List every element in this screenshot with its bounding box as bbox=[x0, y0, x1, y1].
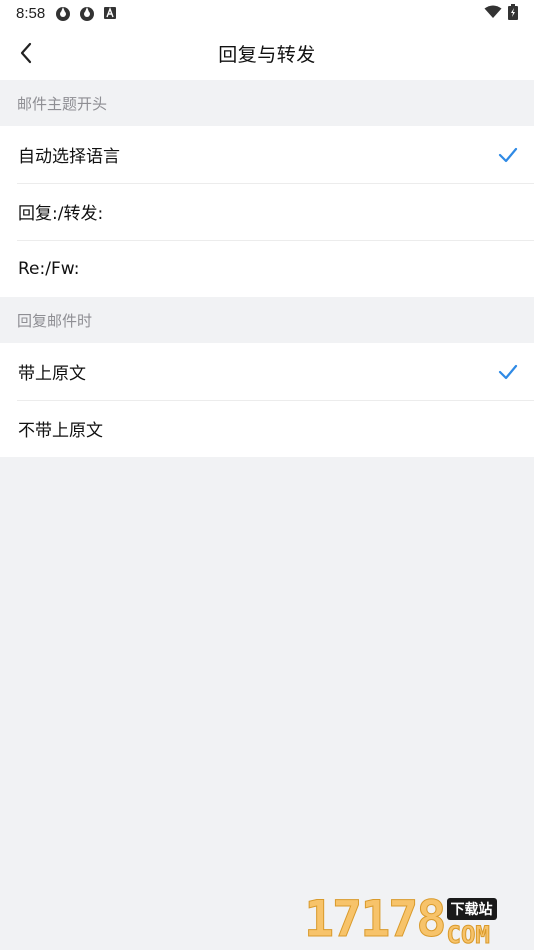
watermark-badge: 下载站 bbox=[446, 898, 497, 920]
section-header-reply-mode: 回复邮件时 bbox=[0, 297, 534, 343]
app-notification-icon bbox=[55, 6, 71, 22]
option-label: 不带上原文 bbox=[18, 421, 103, 441]
option-label: Re:/Fw: bbox=[18, 258, 80, 279]
status-bar: 8:58 bbox=[0, 0, 534, 27]
status-time: 8:58 bbox=[16, 5, 46, 22]
app-notification-icon bbox=[79, 6, 95, 22]
page-title: 回复与转发 bbox=[218, 44, 316, 66]
battery-charging-icon bbox=[508, 3, 518, 24]
screen: 8:58 回复与转发 邮件主题开头 自动选择语言 回复:/转发: Re:/Fw:… bbox=[0, 0, 534, 950]
section-header-subject-prefix: 邮件主题开头 bbox=[0, 80, 534, 126]
subject-prefix-group: 自动选择语言 回复:/转发: Re:/Fw: bbox=[0, 126, 534, 297]
checkmark-icon bbox=[498, 363, 518, 381]
watermark-side: 下载站 COM bbox=[446, 898, 497, 949]
watermark-suffix: COM bbox=[446, 921, 490, 949]
option-include-original[interactable]: 带上原文 bbox=[0, 343, 534, 400]
option-exclude-original[interactable]: 不带上原文 bbox=[0, 400, 534, 457]
a-box-icon bbox=[103, 6, 119, 22]
back-button[interactable] bbox=[12, 39, 40, 67]
option-label: 回复:/转发: bbox=[18, 204, 104, 224]
site-watermark: 17178 下载站 COM bbox=[304, 890, 530, 949]
option-auto-language[interactable]: 自动选择语言 bbox=[0, 126, 534, 183]
reply-mode-group: 带上原文 不带上原文 bbox=[0, 343, 534, 457]
watermark-number: 17178 bbox=[304, 890, 448, 949]
settings-content: 邮件主题开头 自动选择语言 回复:/转发: Re:/Fw: 回复邮件时 带上原文 bbox=[0, 80, 534, 457]
option-chinese-prefix[interactable]: 回复:/转发: bbox=[0, 183, 534, 240]
option-label: 自动选择语言 bbox=[18, 147, 120, 167]
app-bar: 回复与转发 bbox=[0, 27, 534, 80]
option-english-prefix[interactable]: Re:/Fw: bbox=[0, 240, 534, 297]
chevron-left-icon bbox=[20, 42, 32, 64]
wifi-icon bbox=[484, 5, 502, 23]
option-label: 带上原文 bbox=[18, 364, 86, 384]
checkmark-icon bbox=[498, 146, 518, 164]
status-right bbox=[484, 3, 518, 24]
